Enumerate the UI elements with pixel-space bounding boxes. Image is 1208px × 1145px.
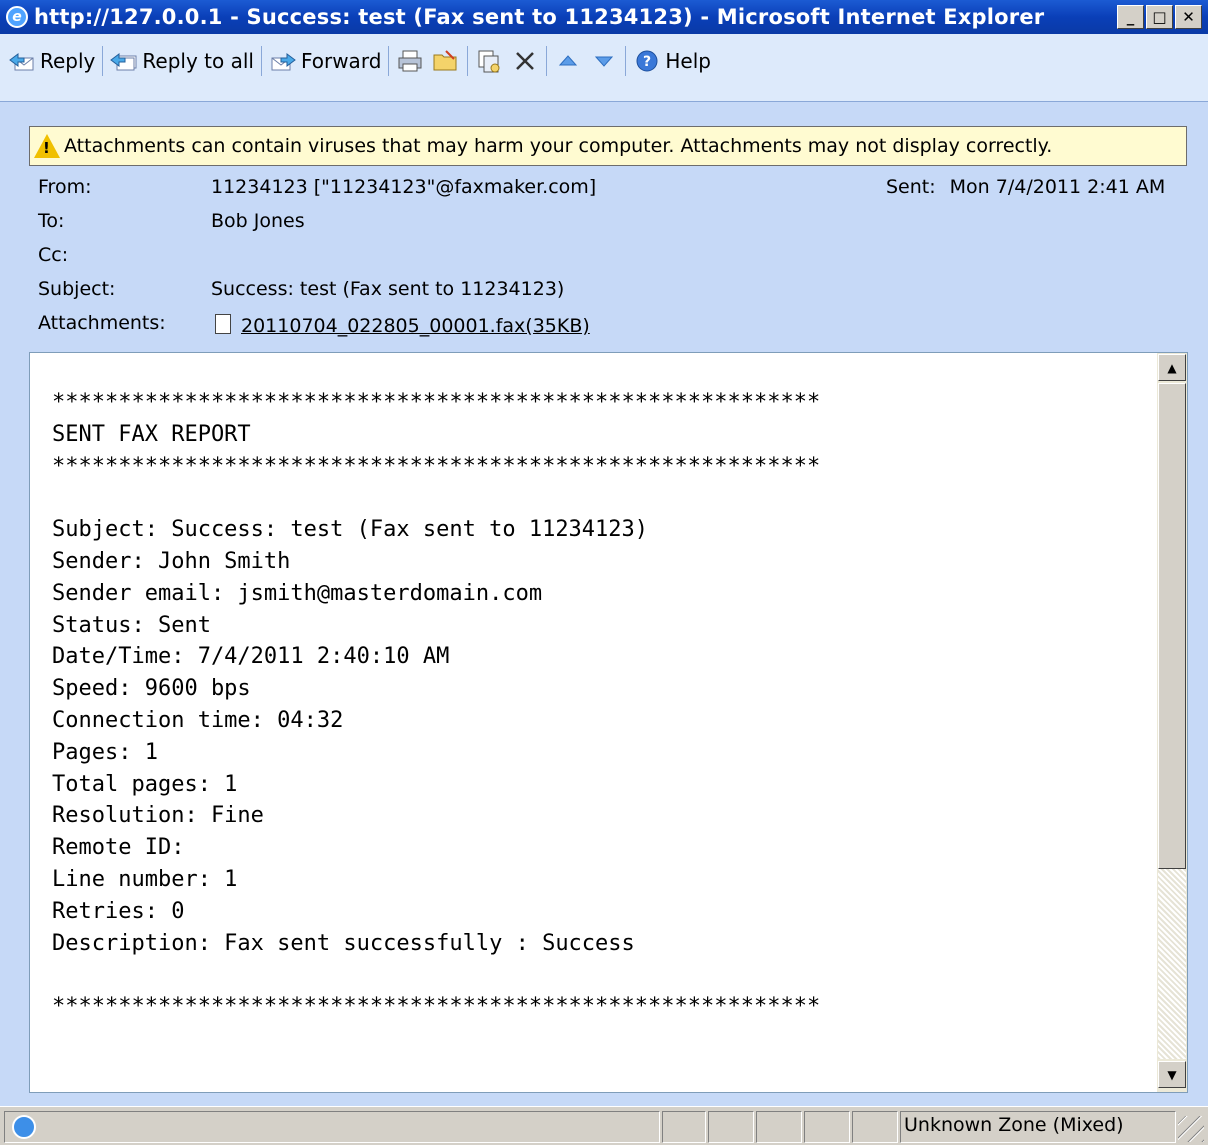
body-line: ****************************************… (52, 994, 821, 1020)
from-value: 11234123 ["11234123"@faxmaker.com] (211, 176, 597, 198)
body-line: Remote ID: (52, 835, 185, 861)
body-line: ****************************************… (52, 390, 821, 415)
help-icon: ? (633, 49, 661, 73)
reply-label: Reply (40, 49, 96, 73)
reply-all-button[interactable]: Reply to all (106, 44, 258, 78)
move-to-folder-button[interactable] (428, 44, 464, 78)
subject-value: Success: test (Fax sent to 11234123) (211, 278, 565, 300)
body-line (52, 482, 1152, 514)
reply-all-icon (110, 49, 138, 73)
forward-icon (269, 49, 297, 73)
maximize-button[interactable]: □ (1146, 5, 1173, 29)
body-line (52, 959, 1152, 991)
to-value: Bob Jones (211, 210, 305, 232)
next-item-button[interactable] (586, 44, 622, 78)
copy-icon (478, 50, 500, 73)
subject-label: Subject: (38, 278, 116, 300)
body-line: Retries: 0 (52, 898, 185, 924)
body-line: Subject: Success: test (Fax sent to 1123… (52, 517, 649, 543)
status-bar: Unknown Zone (Mixed) (0, 1106, 1208, 1145)
scrollbar-thumb[interactable] (1158, 383, 1186, 869)
svg-text:?: ? (643, 54, 651, 70)
attachment-link[interactable]: 20110704_022805_00001.fax(35KB) (241, 315, 590, 337)
attachments-label: Attachments: (38, 312, 166, 334)
from-label: From: (38, 176, 92, 198)
previous-item-button[interactable] (550, 44, 586, 78)
print-button[interactable] (392, 44, 428, 78)
help-button[interactable]: ? Help (629, 44, 715, 78)
status-cell (804, 1111, 850, 1143)
file-icon (215, 314, 231, 334)
message-body: ****************************************… (52, 387, 1152, 1023)
toolbar-separator (546, 46, 548, 76)
folder-icon (433, 50, 457, 71)
delete-x-icon (516, 52, 535, 70)
body-line: Status: Sent (52, 612, 211, 638)
toolbar: Reply Reply to all Forward ? Help (0, 34, 1208, 102)
attachment-item[interactable]: 20110704_022805_00001.fax(35KB) (215, 314, 590, 337)
page-icon (12, 1115, 36, 1139)
reply-all-label: Reply to all (142, 49, 254, 73)
forward-label: Forward (300, 49, 382, 73)
toolbar-separator (260, 46, 262, 76)
save-attachment-button[interactable] (471, 44, 507, 78)
internet-explorer-icon: e (6, 6, 28, 28)
forward-button[interactable]: Forward (265, 44, 385, 78)
status-cell (756, 1111, 802, 1143)
message-body-pane[interactable]: ****************************************… (29, 352, 1188, 1093)
printer-icon (398, 50, 422, 72)
scroll-down-button[interactable]: ▼ (1158, 1061, 1186, 1088)
browser-window: e http://127.0.0.1 - Success: test (Fax … (0, 0, 1208, 1145)
warning-icon: ! (34, 134, 60, 158)
status-cell (662, 1111, 706, 1143)
body-line: ****************************************… (52, 453, 821, 479)
body-line: Connection time: 04:32 (52, 707, 344, 733)
body-line: Sender: John Smith (52, 548, 291, 574)
sent-value: Mon 7/4/2011 2:41 AM (949, 176, 1166, 198)
status-cell (708, 1111, 754, 1143)
window-title: http://127.0.0.1 - Success: test (Fax se… (34, 5, 1045, 29)
help-label: Help (665, 49, 711, 73)
reply-icon (8, 49, 36, 73)
body-line: Description: Fax sent successfully : Suc… (52, 930, 635, 956)
toolbar-separator (388, 46, 390, 76)
sent-label: Sent: (886, 176, 936, 198)
delete-button[interactable] (507, 44, 543, 78)
toolbar-separator (467, 46, 469, 76)
to-label: To: (38, 210, 65, 232)
status-cell (852, 1111, 898, 1143)
arrow-down-icon (595, 56, 614, 67)
toolbar-separator (102, 46, 104, 76)
body-line: Line number: 1 (52, 866, 238, 892)
scrollbar-track[interactable] (1158, 869, 1186, 1059)
warning-text: Attachments can contain viruses that may… (64, 135, 1053, 157)
window-controls: _ □ ✕ (1117, 5, 1202, 29)
cc-label: Cc: (38, 244, 69, 266)
title-bar[interactable]: e http://127.0.0.1 - Success: test (Fax … (0, 0, 1208, 34)
arrow-up-icon (559, 55, 578, 66)
scroll-up-button[interactable]: ▲ (1158, 354, 1186, 381)
security-zone-text: Unknown Zone (Mixed) (904, 1114, 1124, 1136)
toolbar-separator (625, 46, 627, 76)
body-line: Resolution: Fine (52, 803, 264, 829)
resize-grip[interactable] (1178, 1116, 1204, 1142)
body-line: Total pages: 1 (52, 771, 238, 797)
sent-field: Sent: Mon 7/4/2011 2:41 AM (886, 176, 1165, 198)
body-line: Speed: 9600 bps (52, 676, 251, 702)
minimize-button[interactable]: _ (1117, 5, 1144, 29)
body-line: Pages: 1 (52, 739, 158, 765)
body-line: SENT FAX REPORT (52, 421, 251, 447)
close-button[interactable]: ✕ (1175, 5, 1202, 29)
body-line: Sender email: jsmith@masterdomain.com (52, 580, 543, 606)
reply-button[interactable]: Reply (4, 44, 99, 78)
attachment-warning-bar: ! Attachments can contain viruses that m… (29, 126, 1187, 166)
status-main-cell (4, 1111, 660, 1143)
vertical-scrollbar[interactable]: ▲ ▼ (1157, 353, 1187, 1092)
body-line: Date/Time: 7/4/2011 2:40:10 AM (52, 644, 450, 670)
